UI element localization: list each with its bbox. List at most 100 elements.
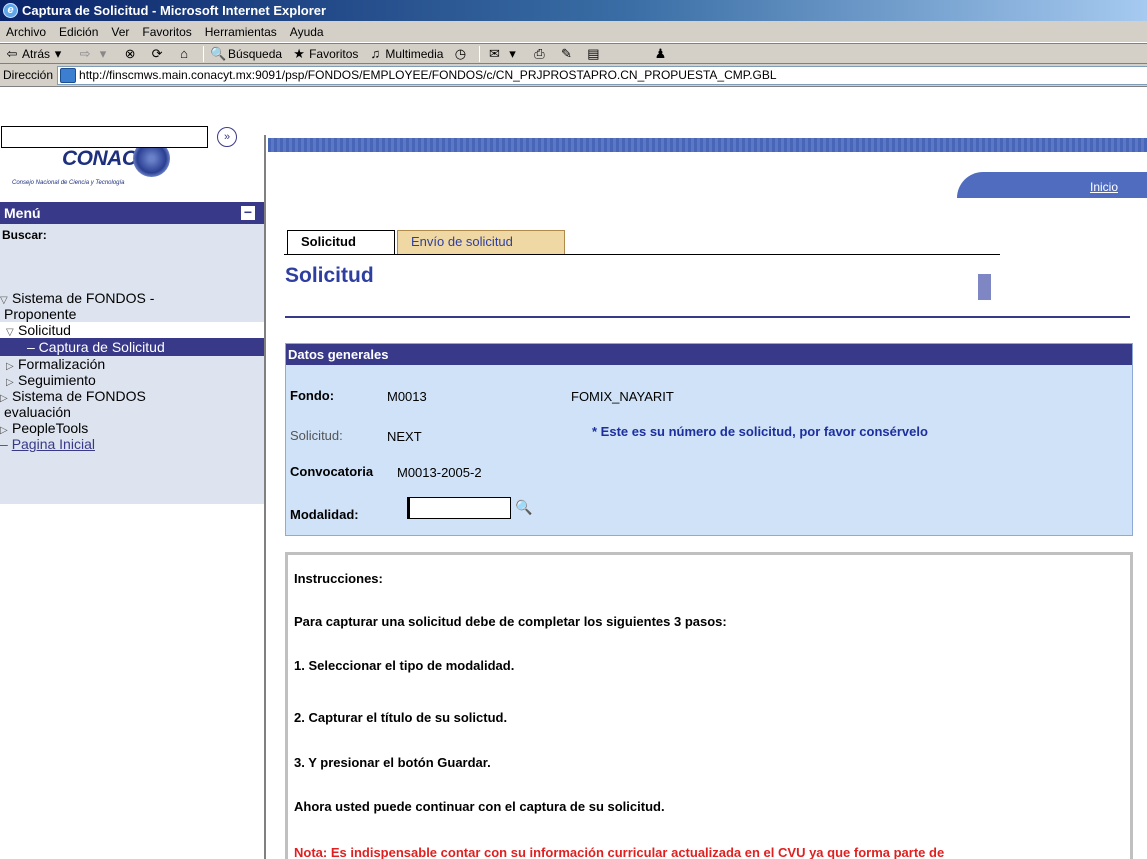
refresh-button[interactable]: ⟳: [149, 46, 167, 62]
address-input[interactable]: http://finscmws.main.conacyt.mx:9091/psp…: [57, 65, 1147, 85]
menu-search-input[interactable]: [1, 126, 208, 148]
tab-envio-de-solicitud[interactable]: Envío de solicitud: [397, 230, 565, 254]
forward-button[interactable]: ⇨ ▾: [77, 46, 113, 62]
instructions-step-1: 1. Seleccionar el tipo de modalidad.: [294, 658, 515, 673]
instructions-title: Instrucciones:: [294, 571, 383, 586]
lookup-icon[interactable]: 🔍: [515, 499, 532, 515]
tree-label: evaluación: [4, 404, 71, 420]
expanded-triangle-icon: ▽: [6, 327, 14, 338]
instructions-step-2: 2. Capturar el título de su solictud.: [294, 710, 508, 725]
address-label: Dirección: [3, 68, 54, 82]
search-go-icon[interactable]: »: [217, 127, 237, 147]
solicitud-value: NEXT: [387, 429, 422, 444]
menu-ayuda[interactable]: Ayuda: [290, 25, 324, 39]
solicitud-label: Solicitud:: [290, 428, 343, 443]
menu-favoritos[interactable]: Favoritos: [142, 25, 191, 39]
search-label: Buscar:: [2, 228, 47, 242]
favorites-button[interactable]: ★ Favoritos: [291, 46, 358, 62]
dropdown-arrow-icon[interactable]: ▾: [504, 46, 520, 62]
left-pane: CONACYT Consejo Nacional de Ciencia y Te…: [0, 135, 266, 859]
tree-item-peopletools[interactable]: ▷ PeopleTools: [0, 420, 264, 436]
banner-tab: [957, 172, 1147, 198]
tree-label: PeopleTools: [12, 420, 89, 436]
home-icon: ⌂: [180, 46, 188, 61]
tree-label: – Captura de Solicitud: [27, 339, 165, 355]
menu-header: Menú −: [0, 202, 264, 224]
tree-label: Pagina Inicial: [11, 436, 95, 452]
tree-label: Solicitud: [18, 322, 71, 338]
fondo-code: M0013: [387, 389, 427, 404]
top-banner: Inicio: [268, 135, 1147, 198]
menu-ver[interactable]: Ver: [111, 25, 129, 39]
menu-edicion[interactable]: Edición: [59, 25, 98, 39]
media-button[interactable]: ♫ Multimedia: [367, 46, 444, 62]
favorites-label: Favoritos: [309, 47, 359, 61]
page-icon: [60, 67, 77, 83]
modalidad-input[interactable]: [407, 497, 511, 519]
search-icon: 🔍: [210, 46, 227, 61]
datos-generales-panel: Datos generales Fondo: M0013 FOMIX_NAYAR…: [285, 343, 1133, 536]
tree-item-seguimiento[interactable]: ▷ Seguimiento: [0, 372, 264, 388]
tree-item-pagina-inicial[interactable]: – Pagina Inicial: [0, 436, 264, 452]
back-label: Atrás: [22, 47, 51, 61]
discuss-button[interactable]: ▤: [585, 46, 603, 62]
instructions-step-3: 3. Y presionar el botón Guardar.: [294, 755, 491, 770]
fondo-name: FOMIX_NAYARIT: [571, 389, 674, 404]
search-label: Búsqueda: [228, 47, 283, 61]
tree-label: Seguimiento: [18, 372, 96, 388]
search-button[interactable]: 🔍 Búsqueda: [210, 46, 282, 62]
dropdown-arrow-icon[interactable]: ▾: [95, 46, 111, 62]
collapse-icon[interactable]: −: [241, 205, 255, 220]
toolbar: ⇦ Atrás ▾ ⇨ ▾ ⊗ ⟳ ⌂ 🔍 Búsqueda ★ Favorit…: [0, 43, 1147, 64]
tree-item-proponente[interactable]: Proponente: [0, 306, 264, 322]
logo-subtitle: Consejo Nacional de Ciencia y Tecnología: [12, 180, 125, 186]
favorites-icon: ★: [293, 46, 305, 61]
solicitud-note: * Este es su número de solicitud, por fa…: [592, 424, 928, 439]
tree-label: Formalización: [18, 356, 106, 372]
refresh-icon: ⟳: [151, 46, 163, 61]
print-button[interactable]: ⎙: [531, 46, 549, 62]
stop-icon: ⊗: [124, 46, 136, 61]
tree-item-captura-de-solicitud[interactable]: – Captura de Solicitud: [0, 338, 264, 356]
history-button[interactable]: ◷: [452, 46, 470, 62]
home-button[interactable]: ⌂: [176, 46, 194, 62]
back-button[interactable]: ⇦ Atrás ▾: [4, 46, 68, 62]
convocatoria-value: M0013-2005-2: [397, 465, 482, 480]
home-link[interactable]: Inicio: [1090, 180, 1118, 194]
tree-item-sistema-fondos-evaluacion[interactable]: ▷ Sistema de FONDOS: [0, 388, 264, 404]
tab-solicitud[interactable]: Solicitud: [287, 230, 395, 254]
tab-label: Solicitud: [301, 234, 356, 249]
tree-item-evaluacion[interactable]: evaluación: [0, 404, 264, 420]
instructions-panel: Instrucciones: Para capturar una solicit…: [285, 552, 1133, 859]
browser-chrome: Archivo Edición Ver Favoritos Herramient…: [0, 21, 1147, 64]
instructions-continue: Ahora usted puede continuar con el captu…: [294, 799, 665, 814]
messenger-button[interactable]: ♟: [652, 46, 670, 62]
modalidad-label: Modalidad:: [290, 507, 359, 522]
datos-generales-header: Datos generales: [286, 344, 1132, 365]
navigation-tree: ▽ Sistema de FONDOS - Proponente ▽ Solicit…: [0, 290, 264, 452]
fondo-label: Fondo:: [290, 388, 335, 403]
menu-archivo[interactable]: Archivo: [6, 25, 46, 39]
back-arrow-icon: ⇦: [6, 46, 18, 61]
tree-item-formalizacion[interactable]: ▷ Formalización: [0, 356, 264, 372]
address-bar: Dirección http://finscmws.main.conacyt.m…: [0, 64, 1147, 87]
tree-item-solicitud[interactable]: ▽ Solicitud: [0, 322, 264, 338]
instructions-note: Nota: Es indispensable contar con su inf…: [294, 845, 945, 859]
tab-label: Envío de solicitud: [411, 234, 513, 249]
title-divider: [285, 316, 1130, 318]
menu-bar: Archivo Edición Ver Favoritos Herramient…: [0, 21, 1147, 43]
history-icon: ◷: [454, 46, 467, 61]
media-label: Multimedia: [385, 47, 444, 61]
mail-button[interactable]: ✉ ▾: [486, 46, 522, 62]
edit-button[interactable]: ✎: [558, 46, 576, 62]
title-marker: [978, 274, 991, 300]
window-title-bar: e Captura de Solicitud - Microsoft Inter…: [0, 0, 1147, 21]
stop-button[interactable]: ⊗: [122, 46, 140, 62]
mail-icon: ✉: [489, 46, 500, 61]
dash-icon: –: [0, 436, 12, 452]
menu-herramientas[interactable]: Herramientas: [205, 25, 277, 39]
tree-item-sistema-fondos-proponente[interactable]: ▽ Sistema de FONDOS -: [0, 290, 264, 306]
dropdown-arrow-icon[interactable]: ▾: [50, 46, 66, 62]
edit-icon: ✎: [561, 46, 572, 61]
toolbar-separator: [203, 46, 205, 62]
